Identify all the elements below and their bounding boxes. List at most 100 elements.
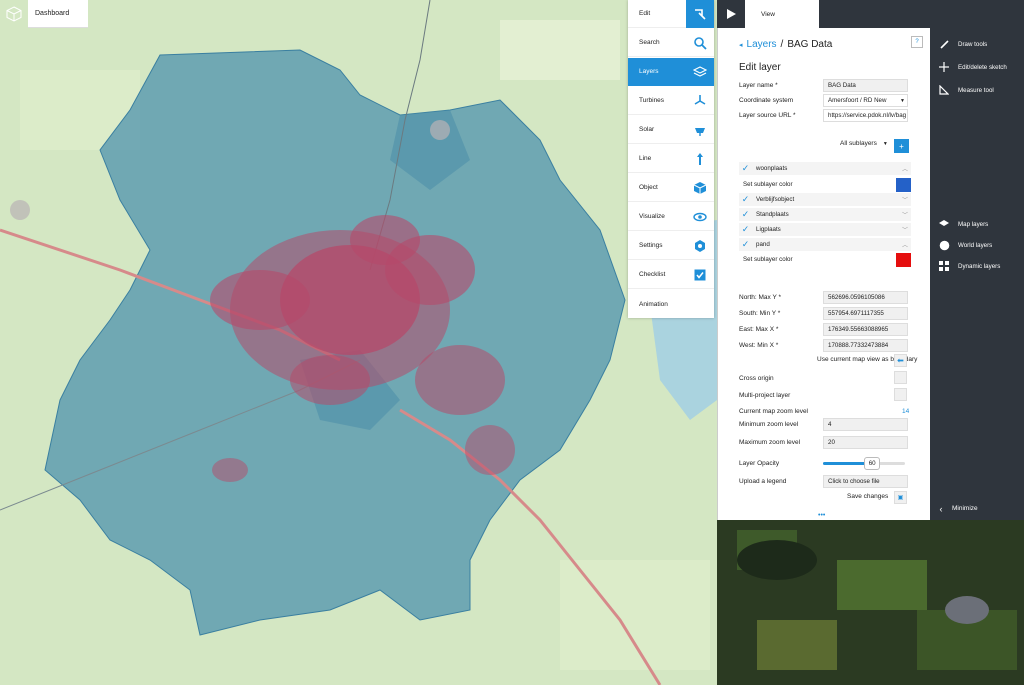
chevron-down-icon[interactable]: ﹀ <box>899 210 911 219</box>
checkmark-icon[interactable]: ✓ <box>739 162 752 175</box>
checkmark-icon[interactable]: ✓ <box>739 238 752 251</box>
west-row: West: Min X * 170888.77332473884 <box>739 338 911 353</box>
checkmark-icon[interactable]: ✓ <box>739 193 752 206</box>
layer-name-label: Layer name * <box>739 82 778 89</box>
measure-tool-button[interactable]: Measure tool <box>930 80 1024 100</box>
south-row: South: Min Y * 557954.6971117355 <box>739 306 911 321</box>
globe-icon <box>930 240 958 251</box>
sublayer-row[interactable]: ✓ pand ︿ <box>739 238 911 251</box>
coord-select-value: Amersfoort / RD New <box>828 97 887 104</box>
current-zoom-label: Current map zoom level <box>739 408 808 415</box>
dynamic-layers-button[interactable]: Dynamic layers <box>930 256 1024 276</box>
cube-logo-icon <box>6 6 22 22</box>
sublayer-color-label: Set sublayer color <box>743 181 793 188</box>
tool-layers[interactable]: Layers <box>628 57 714 86</box>
play-button[interactable] <box>717 0 745 28</box>
chevron-down-icon[interactable]: ﹀ <box>899 195 911 204</box>
opacity-slider-handle[interactable]: 60 <box>864 457 881 470</box>
min-zoom-row: Minimum zoom level 4 <box>739 417 911 432</box>
tool-label: Object <box>639 184 658 191</box>
tool-search[interactable]: Search <box>628 29 714 57</box>
tool-checklist[interactable]: Checklist <box>628 261 714 289</box>
south-label: South: Min Y * <box>739 310 781 317</box>
tool-edit[interactable]: Edit <box>628 0 714 28</box>
tool-visualize[interactable]: Visualize <box>628 203 714 231</box>
cross-origin-label: Cross origin <box>739 375 774 382</box>
tool-object[interactable]: Object <box>628 174 714 202</box>
breadcrumb-layers-link[interactable]: Layers <box>747 39 777 50</box>
draw-tools-button[interactable]: Draw tools <box>930 34 1024 54</box>
checkmark-icon[interactable]: ✓ <box>739 223 752 236</box>
map-layers-button[interactable]: Map layers <box>930 214 1024 234</box>
cross-origin-checkbox[interactable] <box>894 371 907 384</box>
breadcrumb-separator: / <box>780 39 784 50</box>
max-zoom-input[interactable]: 20 <box>823 436 908 449</box>
north-row: North: Max Y * 562696.0596105086 <box>739 290 911 305</box>
layer-name-input[interactable]: BAG Data <box>823 79 908 92</box>
sublayer-row[interactable]: ✓ Standplaats ﹀ <box>739 208 911 221</box>
tool-label: Settings <box>639 242 663 249</box>
panel-title: Edit layer <box>739 62 781 73</box>
help-button[interactable]: ? <box>911 36 923 48</box>
save-button[interactable]: ▣ <box>894 491 907 504</box>
sublayer-row[interactable]: ✓ Ligplaats ﹀ <box>739 223 911 236</box>
turbine-icon <box>686 87 714 115</box>
chevron-up-icon[interactable]: ︿ <box>899 164 911 173</box>
sublayer-row[interactable]: ✓ Verblijfsobject ﹀ <box>739 193 911 206</box>
world-layers-label: World layers <box>958 241 993 249</box>
measure-tool-label: Measure tool <box>958 86 994 94</box>
tool-animation[interactable]: Animation <box>628 290 714 318</box>
east-input[interactable]: 176349.55663088965 <box>823 323 908 336</box>
save-changes-label: Save changes <box>847 493 889 500</box>
cube-icon <box>686 174 714 202</box>
add-sublayer-button[interactable]: + <box>894 139 909 153</box>
tab-view[interactable]: View <box>745 0 819 28</box>
chevron-up-icon[interactable]: ︿ <box>899 240 911 249</box>
arrow-left-icon: ⬅ <box>897 356 904 365</box>
all-sublayers-dropdown[interactable]: All sublayers ▼ <box>840 140 888 147</box>
color-swatch-blue[interactable] <box>896 178 911 192</box>
app-logo[interactable] <box>0 0 28 28</box>
tool-label: Solar <box>639 126 655 133</box>
east-row: East: Max X * 176349.55663088965 <box>739 322 911 337</box>
choose-file-button[interactable]: Click to choose file <box>823 475 908 488</box>
sublayer-name: Standplaats <box>756 211 789 218</box>
panel-drag-handle[interactable]: ••• <box>818 512 825 519</box>
world-layers-button[interactable]: World layers <box>930 235 1024 255</box>
use-map-view-button[interactable]: ⬅ <box>894 354 907 367</box>
tool-line[interactable]: Line <box>628 145 714 173</box>
minimize-label: Minimize <box>952 505 978 512</box>
north-input[interactable]: 562696.0596105086 <box>823 291 908 304</box>
tool-label: Checklist <box>639 271 666 278</box>
breadcrumb: ◂ Layers / BAG Data <box>739 39 832 50</box>
dynamic-layers-label: Dynamic layers <box>958 262 1001 270</box>
west-input[interactable]: 170888.77332473884 <box>823 339 908 352</box>
multi-project-label: Multi-project layer <box>739 392 791 399</box>
tool-settings[interactable]: Settings <box>628 232 714 260</box>
multi-project-checkbox[interactable] <box>894 388 907 401</box>
tool-turbines[interactable]: Turbines <box>628 87 714 115</box>
coord-row: Coordinate system Amersfoort / RD New ▼ <box>739 93 911 108</box>
min-zoom-input[interactable]: 4 <box>823 418 908 431</box>
south-input[interactable]: 557954.6971117355 <box>823 307 908 320</box>
checkmark-icon[interactable]: ✓ <box>739 208 752 221</box>
color-swatch-red[interactable] <box>896 253 911 267</box>
layer-name-row: Layer name * BAG Data <box>739 78 911 93</box>
coord-label: Coordinate system <box>739 97 794 104</box>
sublayer-row[interactable]: ✓ woonplaats ︿ <box>739 162 911 175</box>
tool-label: Turbines <box>639 97 665 104</box>
dashboard-button[interactable]: Dashboard <box>28 0 88 28</box>
legend-label: Upload a legend <box>739 478 787 485</box>
coord-select[interactable]: Amersfoort / RD New ▼ <box>823 94 908 107</box>
minimize-button[interactable]: ‹ Minimize <box>930 497 1024 520</box>
chevron-down-icon[interactable]: ﹀ <box>899 225 911 234</box>
eye-icon <box>686 203 714 231</box>
back-chevron-icon[interactable]: ◂ <box>739 41 743 49</box>
source-input[interactable]: https://service.pdok.nl/lv/bag <box>823 109 908 122</box>
chevron-left-icon: ‹ <box>939 503 943 514</box>
solar-icon <box>686 116 714 144</box>
edit-sketch-button[interactable]: Edit/delete sketch <box>930 57 1024 77</box>
map-view[interactable] <box>0 0 717 685</box>
tool-solar[interactable]: Solar <box>628 116 714 144</box>
sublayer-name: Verblijfsobject <box>756 196 795 203</box>
